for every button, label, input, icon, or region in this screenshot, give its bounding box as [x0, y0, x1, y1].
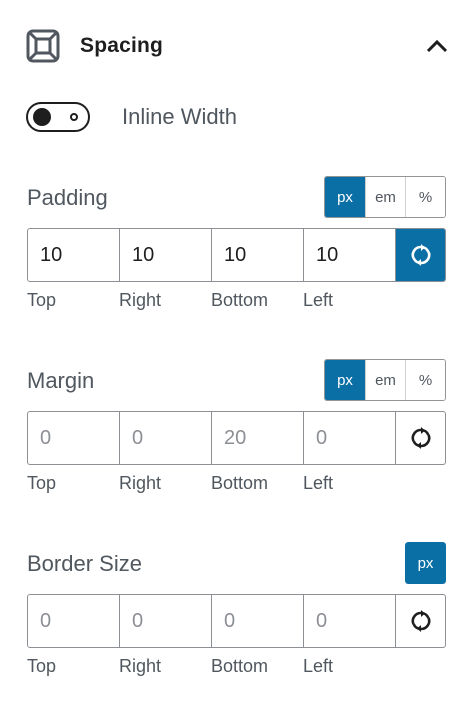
border-size-side-labels: Top Right Bottom Left [27, 656, 446, 677]
border-bottom-input[interactable]: 0 [212, 595, 304, 647]
padding-unit-em[interactable]: em [365, 177, 405, 217]
side-label-bottom: Bottom [211, 290, 269, 310]
inline-width-row: Inline Width [26, 100, 237, 134]
margin-unit-em[interactable]: em [365, 360, 405, 400]
toggle-knob [33, 108, 51, 126]
sync-icon [411, 244, 430, 266]
margin-left-input[interactable]: 0 [304, 412, 396, 464]
inline-width-toggle[interactable] [26, 102, 90, 132]
toggle-off-indicator [70, 113, 78, 121]
border-size-link-button[interactable] [396, 595, 445, 647]
margin-link-button[interactable] [396, 412, 445, 464]
side-label-left: Left [303, 290, 334, 310]
border-size-unit-selector: px [405, 542, 446, 584]
side-label-bottom: Bottom [211, 473, 269, 493]
margin-top-input[interactable]: 0 [28, 412, 120, 464]
side-label-right: Right [119, 290, 162, 310]
side-label-left: Left [303, 656, 334, 676]
border-size-unit-px[interactable]: px [405, 542, 446, 584]
padding-unit-selector: px em % [324, 176, 446, 218]
panel-title: Spacing [80, 34, 164, 57]
margin-inputs: 0 0 20 0 [27, 411, 446, 465]
margin-unit-selector: px em % [324, 359, 446, 401]
border-top-input[interactable]: 0 [28, 595, 120, 647]
margin-side-labels: Top Right Bottom Left [27, 473, 446, 494]
padding-top-input[interactable]: 10 [28, 229, 120, 281]
inline-width-label: Inline Width [122, 104, 237, 129]
margin-unit-percent[interactable]: % [405, 360, 445, 400]
padding-link-button[interactable] [396, 229, 445, 281]
padding-right-input[interactable]: 10 [120, 229, 212, 281]
sync-icon [411, 610, 430, 632]
margin-bottom-input[interactable]: 20 [212, 412, 304, 464]
side-label-left: Left [303, 473, 334, 493]
margin-label: Margin [27, 368, 95, 393]
border-left-input[interactable]: 0 [304, 595, 396, 647]
side-label-top: Top [27, 290, 57, 310]
padding-label: Padding [27, 185, 108, 210]
margin-unit-px[interactable]: px [325, 360, 365, 400]
border-right-input[interactable]: 0 [120, 595, 212, 647]
side-label-top: Top [27, 656, 57, 676]
side-label-right: Right [119, 473, 162, 493]
side-label-right: Right [119, 656, 162, 676]
padding-side-labels: Top Right Bottom Left [27, 290, 446, 311]
padding-bottom-input[interactable]: 10 [212, 229, 304, 281]
padding-inputs: 10 10 10 10 [27, 228, 446, 282]
padding-unit-percent[interactable]: % [405, 177, 445, 217]
chevron-up-icon[interactable] [424, 33, 450, 59]
side-label-bottom: Bottom [211, 656, 269, 676]
spacing-icon [26, 29, 60, 63]
spacing-panel-header[interactable]: Spacing [26, 28, 450, 64]
padding-left-input[interactable]: 10 [304, 229, 396, 281]
sync-icon [411, 427, 430, 449]
margin-right-input[interactable]: 0 [120, 412, 212, 464]
side-label-top: Top [27, 473, 57, 493]
padding-unit-px[interactable]: px [325, 177, 365, 217]
border-size-inputs: 0 0 0 0 [27, 594, 446, 648]
border-size-label: Border Size [27, 551, 142, 576]
